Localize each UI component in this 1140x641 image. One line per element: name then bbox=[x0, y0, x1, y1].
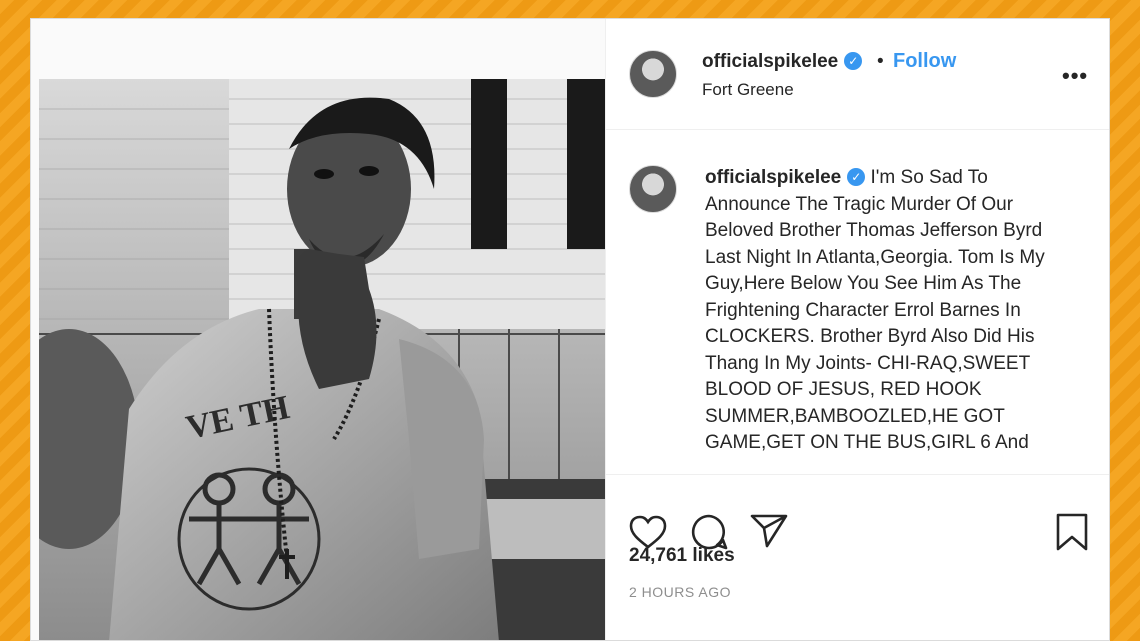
post-location[interactable]: Fort Greene bbox=[702, 80, 794, 100]
caption: officialspikelee ✓ I'm So Sad To Announce… bbox=[705, 165, 1075, 457]
follow-button[interactable]: Follow bbox=[893, 50, 956, 73]
caption-username[interactable]: officialspikelee bbox=[705, 167, 841, 188]
bookmark-icon[interactable] bbox=[1055, 513, 1089, 556]
likes-count[interactable]: 24,761 likes bbox=[629, 545, 735, 567]
caption-text: I'm So Sad To Announce The Tragic Murder… bbox=[705, 167, 1045, 453]
comments-area[interactable]: officialspikelee ✓ I'm So Sad To Announce… bbox=[606, 130, 1109, 473]
post-photo[interactable]: VE TH bbox=[39, 79, 605, 640]
photo-area: VE TH bbox=[31, 19, 605, 640]
post-header: officialspikelee ✓ • Follow Fort Greene •… bbox=[606, 19, 1109, 130]
post-timestamp[interactable]: 2 HOURS AGO bbox=[629, 584, 731, 600]
author-username-text[interactable]: officialspikelee bbox=[702, 51, 838, 72]
author-username[interactable]: officialspikelee ✓ bbox=[702, 51, 863, 73]
post-actions: 24,761 likes 2 HOURS AGO bbox=[606, 474, 1109, 640]
verified-badge-icon: ✓ bbox=[844, 52, 863, 70]
caption-verified-badge-icon: ✓ bbox=[847, 168, 866, 186]
instagram-post-card: VE TH officialspikelee ✓ • Follow Fort G… bbox=[30, 18, 1110, 641]
author-avatar[interactable] bbox=[629, 50, 677, 98]
paper-plane-icon[interactable] bbox=[750, 513, 788, 554]
post-sidebar: officialspikelee ✓ • Follow Fort Greene •… bbox=[605, 19, 1109, 640]
caption-author-avatar[interactable] bbox=[629, 165, 677, 213]
post-photo-illustration: VE TH bbox=[39, 79, 605, 640]
more-options-icon[interactable]: ••• bbox=[1062, 63, 1088, 89]
separator-dot: • bbox=[877, 51, 884, 72]
